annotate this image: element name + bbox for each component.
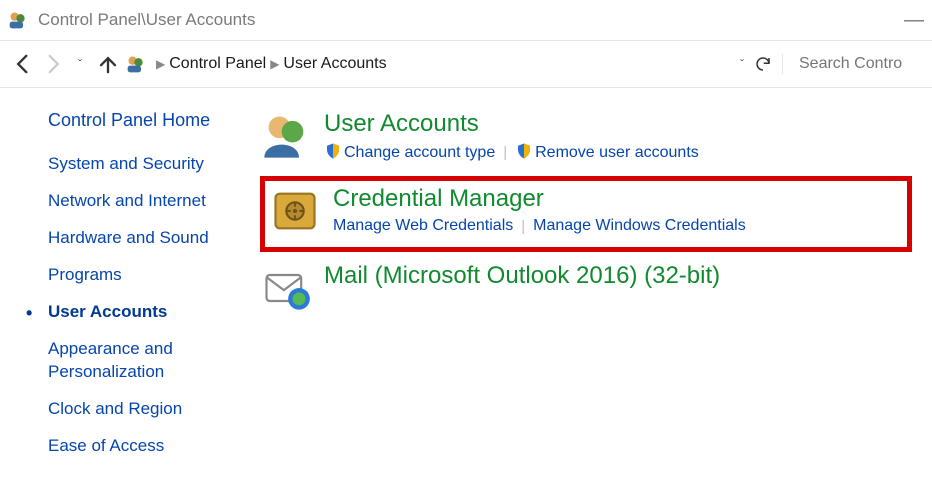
- link-manage-web-credentials[interactable]: Manage Web Credentials: [333, 217, 513, 235]
- link-remove-user-accounts[interactable]: Remove user accounts: [535, 144, 699, 161]
- category-credential-manager: Credential Manager Manage Web Credential…: [269, 185, 899, 237]
- recent-locations-button[interactable]: ˇ: [66, 50, 94, 78]
- mail-icon: [260, 262, 312, 314]
- sidebar-item-clock-and-region[interactable]: Clock and Region: [48, 398, 250, 421]
- highlight-annotation: Credential Manager Manage Web Credential…: [260, 176, 912, 252]
- user-accounts-icon: [260, 110, 312, 162]
- shield-icon: [324, 142, 342, 160]
- separator: |: [503, 144, 507, 161]
- sidebar-item-ease-of-access[interactable]: Ease of Access: [48, 435, 250, 458]
- link-change-account-type[interactable]: Change account type: [344, 144, 495, 161]
- main-panel: User Accounts Change account type | Remo…: [260, 110, 932, 471]
- category-title[interactable]: Credential Manager: [333, 185, 899, 213]
- chevron-right-icon[interactable]: ▶: [156, 57, 165, 71]
- sidebar-item-appearance-and-personalization[interactable]: Appearance and Personalization: [48, 338, 250, 384]
- category-mail: Mail (Microsoft Outlook 2016) (32-bit): [260, 262, 912, 314]
- link-manage-windows-credentials[interactable]: Manage Windows Credentials: [533, 217, 746, 235]
- minimize-button[interactable]: —: [904, 9, 924, 32]
- window-title: Control Panel\User Accounts: [38, 10, 255, 30]
- breadcrumb-user-accounts[interactable]: User Accounts: [283, 55, 386, 73]
- chevron-right-icon[interactable]: ▶: [270, 57, 279, 71]
- forward-button[interactable]: [38, 50, 66, 78]
- sidebar: Control Panel Home System and Security N…: [0, 110, 260, 471]
- title-bar: Control Panel\User Accounts —: [0, 0, 932, 40]
- window-controls: —: [904, 9, 924, 32]
- sidebar-item-system-and-security[interactable]: System and Security: [48, 153, 250, 176]
- category-title[interactable]: Mail (Microsoft Outlook 2016) (32-bit): [324, 262, 912, 290]
- content-area: Control Panel Home System and Security N…: [0, 88, 932, 471]
- category-title[interactable]: User Accounts: [324, 110, 912, 138]
- user-accounts-icon: [8, 10, 28, 30]
- up-button[interactable]: [94, 50, 122, 78]
- separator: |: [521, 218, 525, 235]
- safe-icon: [269, 185, 321, 237]
- address-bar-icon: [126, 54, 146, 74]
- search-input[interactable]: [797, 54, 922, 74]
- search-box[interactable]: [782, 54, 922, 74]
- sidebar-item-user-accounts[interactable]: User Accounts: [48, 301, 250, 324]
- back-button[interactable]: [10, 50, 38, 78]
- sidebar-item-programs[interactable]: Programs: [48, 264, 250, 287]
- shield-icon: [515, 142, 533, 160]
- navigation-bar: ˇ ▶ Control Panel ▶ User Accounts ˇ: [0, 40, 932, 88]
- control-panel-home-link[interactable]: Control Panel Home: [48, 110, 250, 131]
- address-dropdown-button[interactable]: ˇ: [740, 57, 744, 71]
- breadcrumb-control-panel[interactable]: Control Panel: [169, 55, 266, 73]
- refresh-button[interactable]: [754, 55, 772, 73]
- sidebar-item-network-and-internet[interactable]: Network and Internet: [48, 190, 250, 213]
- sidebar-item-hardware-and-sound[interactable]: Hardware and Sound: [48, 227, 250, 250]
- category-user-accounts: User Accounts Change account type | Remo…: [260, 110, 912, 162]
